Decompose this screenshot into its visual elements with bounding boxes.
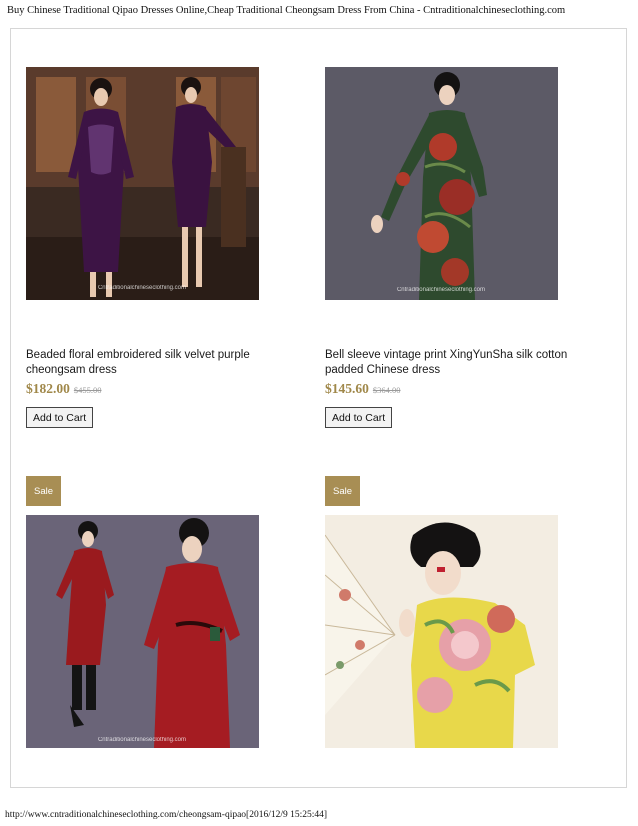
purple-velvet-cheongsam-photo: Cntraditionalchineseclothing.com: [26, 67, 259, 300]
svg-text:Cntraditionalchineseclothing.c: Cntraditionalchineseclothing.com: [397, 287, 485, 293]
product-image[interactable]: Cntraditionalchineseclothing.com: [26, 67, 259, 300]
product-image[interactable]: Cntraditionalchineseclothing.com: [26, 515, 259, 748]
vintage-print-dress-photo: Cntraditionalchineseclothing.com: [325, 67, 558, 300]
page-title: Buy Chinese Traditional Qipao Dresses On…: [7, 5, 566, 16]
original-price: $455.00: [73, 385, 102, 395]
svg-text:Cntraditionalchineseclothing.c: Cntraditionalchineseclothing.com: [98, 737, 186, 743]
add-to-cart-button[interactable]: Add to Cart: [26, 407, 94, 428]
red-cheongsam-photo: Cntraditionalchineseclothing.com: [26, 515, 259, 748]
svg-text:Cntraditionalchineseclothing.c: Cntraditionalchineseclothing.com: [98, 285, 186, 291]
sale-price: $182.00: [26, 381, 70, 396]
add-to-cart-button[interactable]: Add to Cart: [325, 407, 393, 428]
sale-badge: Sale: [325, 476, 360, 506]
footer-url: http://www.cntraditionalchineseclothing.…: [5, 810, 328, 820]
product-image[interactable]: [325, 515, 558, 748]
price-row: $182.00 $455.00: [26, 380, 102, 398]
sale-price: $145.60: [325, 381, 369, 396]
product-name[interactable]: Bell sleeve vintage print XingYunSha sil…: [325, 348, 603, 378]
product-name[interactable]: Beaded floral embroidered silk velvet pu…: [26, 348, 304, 378]
product-image[interactable]: Cntraditionalchineseclothing.com: [325, 67, 558, 300]
original-price: $364.00: [372, 385, 401, 395]
sale-badge: Sale: [26, 476, 61, 506]
yellow-floral-cheongsam-photo: [325, 515, 558, 748]
price-row: $145.60 $364.00: [325, 380, 401, 398]
